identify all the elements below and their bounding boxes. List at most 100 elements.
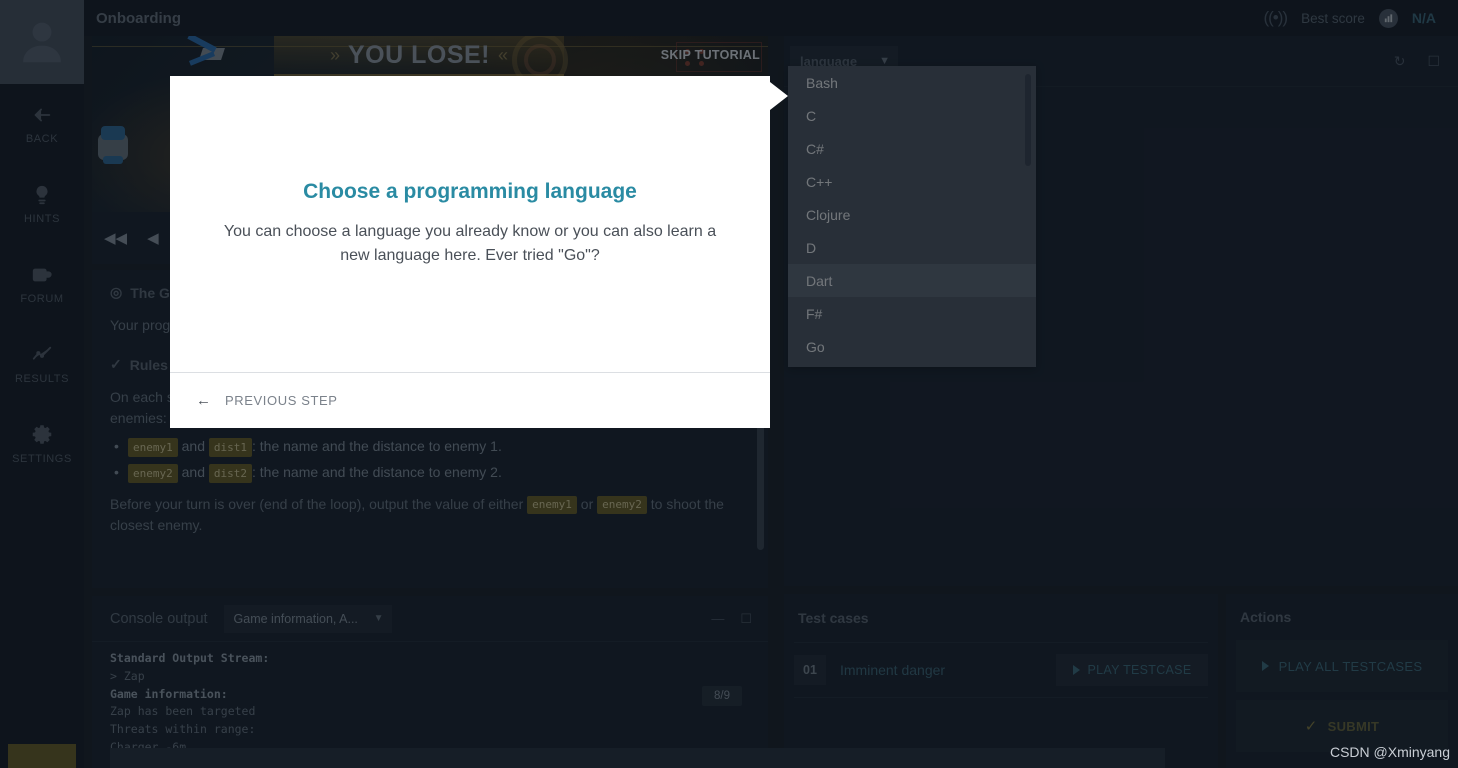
language-dropdown-menu[interactable]: Bash C C# C++ Clojure D Dart F# Go (788, 66, 1036, 367)
sidebar-item-label-back: BACK (25, 132, 59, 145)
test-case-name: Imminent danger (840, 662, 946, 678)
sidebar-item-label-results: RESULTS (14, 372, 70, 385)
editor-actions: ↻ ☐ (1394, 53, 1440, 70)
robot-sprite (98, 126, 132, 168)
actions-card: Actions PLAY ALL TESTCASES ✓ SUBMIT (1226, 594, 1458, 768)
left-sidebar: BACK HINTS FORUM RESULTS SETTINGS (0, 0, 84, 768)
play-testcase-label: PLAY TESTCASE (1087, 663, 1192, 677)
rules-intro-line2: enemies: (110, 410, 167, 426)
sidebar-item-label-settings: SETTINGS (12, 452, 72, 465)
console-card: Console output Game information, A... ▼ … (92, 596, 768, 768)
code-chip-dist1: dist1 (208, 437, 253, 458)
language-dropdown-scrollbar[interactable] (1025, 74, 1031, 166)
bar-chart-icon (1378, 8, 1398, 28)
code-editor-card: language ▼ ↻ ☐ Bash C C# C++ Clojure D D… (784, 36, 1458, 586)
code-chip-enemy2: enemy2 (128, 463, 178, 484)
sidebar-item-back[interactable]: BACK (0, 84, 84, 164)
previous-step-button[interactable]: PREVIOUS STEP (225, 393, 338, 408)
tooltip-footer: ← PREVIOUS STEP (170, 372, 770, 428)
language-option-dart[interactable]: Dart (788, 264, 1036, 297)
bullet-and-0: and (181, 438, 205, 454)
watermark: CSDN @Xminyang (1329, 744, 1450, 760)
bottom-left-tab[interactable] (8, 744, 76, 768)
sidebar-item-results[interactable]: RESULTS (0, 324, 84, 404)
rules-bullet-list: enemy1 and dist1: the name and the dista… (110, 435, 746, 484)
console-line: Threats within range: (110, 722, 256, 737)
minimize-icon[interactable]: — (711, 611, 724, 626)
step-back-icon[interactable]: ◀ (147, 229, 159, 247)
chevron-right-decoration: « (498, 44, 509, 65)
code-chip-enemy2-closing: enemy2 (597, 495, 647, 515)
tooltip-title: Choose a programming language (303, 180, 637, 203)
rules-heading-label: Rules (129, 356, 168, 373)
language-option-go[interactable]: Go (788, 330, 1036, 363)
statement-scrollbar[interactable] (757, 420, 764, 550)
expand-icon[interactable]: ☐ (1427, 53, 1440, 70)
closing-paragraph: Before your turn is over (end of the loo… (110, 494, 746, 536)
console-line: Standard Output Stream: (110, 651, 270, 665)
play-all-label: PLAY ALL TESTCASES (1278, 658, 1423, 674)
language-option-cpp[interactable]: C++ (788, 165, 1036, 198)
language-option-csharp[interactable]: C# (788, 132, 1036, 165)
console-line: Zap has been targeted (110, 704, 256, 719)
rules-intro-line1: On each s (110, 389, 174, 405)
list-item: enemy2 and dist2: the name and the dista… (110, 461, 746, 484)
check-icon: ✓ (110, 356, 122, 372)
arrow-left-icon (34, 108, 51, 121)
chevron-left-decoration: » (329, 44, 340, 65)
sidebar-item-forum[interactable]: FORUM (0, 244, 84, 324)
broadcast-icon[interactable]: ((•)) (1263, 8, 1288, 28)
closing-pre: Before your turn is over (end of the loo… (110, 495, 524, 512)
console-title: Console output (110, 610, 208, 627)
chevron-down-icon: ▼ (373, 613, 384, 624)
rewind-icon[interactable]: ◀◀ (104, 229, 127, 247)
onboarding-tooltip: Choose a programming language You can ch… (170, 76, 770, 428)
console-filter-select[interactable]: Game information, A... ▼ (223, 604, 392, 633)
top-bar: Onboarding ((•)) Best score N/A (84, 0, 1458, 36)
bullet-text-0: : the name and the distance to enemy 1. (252, 438, 502, 454)
sidebar-item-settings[interactable]: SETTINGS (0, 404, 84, 484)
closing-or: or (580, 495, 594, 512)
tooltip-body: Choose a programming language You can ch… (170, 76, 770, 372)
tooltip-text: You can choose a language you already kn… (223, 223, 717, 264)
sidebar-item-label-forum: FORUM (20, 292, 64, 305)
code-chip-enemy1: enemy1 (128, 437, 178, 458)
console-line: Game information: (110, 686, 228, 701)
console-header: Console output Game information, A... ▼ … (92, 596, 768, 642)
test-cases-divider-bottom (794, 697, 1208, 698)
language-option-d[interactable]: D (788, 231, 1036, 264)
code-chip-dist2: dist2 (208, 463, 253, 484)
forum-icon (32, 268, 52, 281)
tooltip-pointer-arrow (770, 82, 788, 110)
editor-column: language ▼ ↻ ☐ Bash C C# C++ Clojure D D… (784, 36, 1458, 768)
gear-icon (32, 424, 52, 444)
maximize-icon[interactable]: ☐ (740, 611, 752, 627)
refresh-icon[interactable]: ↻ (1394, 53, 1406, 70)
you-lose-text: YOU LOSE! (347, 40, 490, 69)
language-option-bash[interactable]: Bash (788, 66, 1036, 99)
console-filter-value: Game information, A... (233, 611, 358, 626)
sidebar-item-hints[interactable]: HINTS (0, 164, 84, 244)
language-option-c[interactable]: C (788, 99, 1036, 132)
bullet-text-1: : the name and the distance to enemy 2. (252, 464, 502, 481)
skip-tutorial-button[interactable]: SKIP TUTORIAL (661, 48, 760, 62)
user-avatar-icon (23, 22, 61, 63)
play-all-testcases-button[interactable]: PLAY ALL TESTCASES (1236, 640, 1448, 692)
topbar-right-group: ((•)) Best score N/A (1263, 8, 1458, 28)
language-option-fsharp[interactable]: F# (788, 297, 1036, 330)
table-row[interactable]: 01 Imminent danger PLAY TESTCASE (784, 643, 1218, 697)
best-score-value: N/A (1411, 10, 1436, 26)
play-icon (1261, 661, 1269, 671)
goal-heading-label: The G (130, 284, 170, 301)
check-icon: ✓ (1304, 718, 1318, 735)
play-testcase-button[interactable]: PLAY TESTCASE (1056, 654, 1208, 686)
best-score-label: Best score (1301, 10, 1365, 26)
chart-line-icon (32, 346, 52, 360)
list-item: enemy1 and dist1: the name and the dista… (110, 435, 746, 458)
test-cases-title: Test cases (798, 610, 869, 626)
bullet-and-1: and (181, 464, 205, 481)
avatar[interactable] (0, 0, 84, 84)
console-window-actions: — ☐ (711, 611, 752, 627)
language-option-clojure[interactable]: Clojure (788, 198, 1036, 231)
bottom-input-strip[interactable] (110, 748, 1165, 768)
